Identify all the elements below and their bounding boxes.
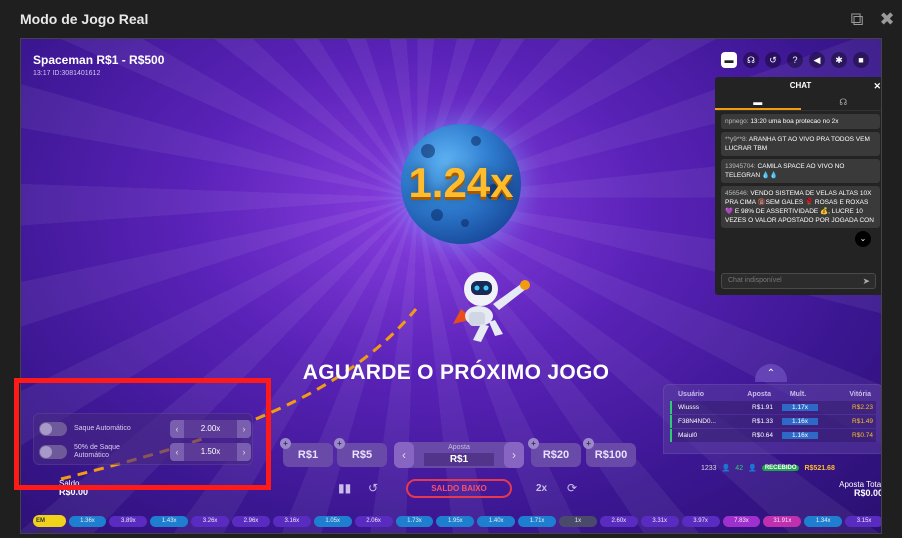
user-icon: 👤 (748, 465, 757, 472)
bet-value[interactable]: R$1 (424, 453, 494, 466)
history-item: 3.15x (845, 515, 881, 527)
spaceman-character (453, 272, 530, 342)
send-icon[interactable]: ➤ (862, 274, 870, 288)
table-header: Usuário Aposta Mult. Vitória (678, 391, 871, 398)
history-item: 31.91x (763, 515, 802, 527)
scroll-down-icon[interactable]: ⌄ (855, 231, 871, 247)
total-bet-value: R$0.00 (853, 488, 882, 498)
bet-label: Aposta (448, 444, 470, 451)
history-item: 1x (559, 515, 597, 527)
history-item: 2.06x (354, 515, 393, 527)
chip-r20[interactable]: R$20 (531, 443, 581, 467)
tab-support[interactable]: ☊ (801, 95, 882, 110)
user-icon: 👤 (721, 465, 731, 472)
stats-icon[interactable]: ▮▮ (338, 481, 351, 495)
received-badge: RECEBIDO (761, 465, 800, 471)
chat-message: 456546: VENDO SISTEMA DE VELAS ALTAS 10X… (721, 186, 880, 228)
history-item: 3.31x (640, 515, 679, 527)
plus-icon[interactable]: + (528, 438, 539, 449)
external-link-icon[interactable]: ⧉ (846, 8, 868, 30)
chip-r5[interactable]: R$5 (337, 443, 387, 467)
bet-amount-control: ‹ Aposta R$1 › (394, 442, 524, 468)
low-balance-button[interactable]: SALDO BAIXO (406, 479, 512, 498)
players-count: 1233 (701, 464, 717, 472)
chip-r100[interactable]: R$100 (586, 443, 636, 467)
history-item: 7.83x (722, 515, 761, 527)
tab-chat[interactable]: ▬ (715, 95, 801, 110)
plus-icon[interactable]: + (280, 438, 291, 449)
chat-title: CHAT (789, 81, 812, 90)
history-item: 3.89x (109, 515, 148, 527)
history-item: 1.36x (68, 515, 107, 527)
history-item: 1.95x (436, 515, 475, 527)
status-text: AGUARDE O PRÓXIMO JOGO (302, 361, 610, 384)
highlight-box (14, 378, 271, 490)
received-value: R$521.68 (804, 464, 835, 472)
history-item: 2.96x (232, 515, 270, 527)
chat-header: CHAT ✕ (715, 77, 881, 95)
chat-message: **y9**8: ARANHA GT AO VIVO PRA TODOS VEM… (721, 132, 880, 156)
plus-icon[interactable]: + (583, 438, 594, 449)
table-row: F38N4ND0... R$1.33 1.16x R$1.49 (670, 415, 876, 428)
history-item: 1.73x (395, 515, 434, 527)
table-row: Maiul0 R$0.64 1.16x R$0.74 (670, 429, 876, 442)
history-item: 3.97x (681, 515, 720, 527)
history-item: 1.05x (313, 515, 352, 527)
history-item: 3.16x (272, 515, 311, 527)
round-history: EM JOGO 1.36x 3.89x 1.43x 3.26x 2.96x 3.16x 1.… (21, 514, 881, 533)
bets-stats: 1233 👤 42 👤 RECEBIDO R$521.68 (701, 464, 835, 473)
plus-icon[interactable]: + (334, 438, 345, 449)
winners-count: 42 (735, 464, 744, 472)
history-item: 1.40x (477, 515, 516, 527)
modal-header: Modo de Jogo Real ⧉ ✖ (0, 0, 902, 38)
total-bet: Aposta Total R$0.00 (811, 480, 882, 498)
chat-input[interactable]: Chat indisponível ➤ (721, 273, 876, 289)
repeat-icon[interactable]: ⟳ (567, 481, 577, 495)
chat-close-icon[interactable]: ✕ (873, 77, 881, 95)
table-row: Wiusss R$1.91 1.17x R$2.23 (670, 401, 876, 414)
modal-title: Modo de Jogo Real (20, 11, 149, 27)
chat-message: npnego: 13:20 uma boa protecao no 2x (721, 114, 880, 129)
chat-panel: CHAT ✕ ▬ ☊ npnego: 13:20 uma boa proteca… (715, 77, 882, 295)
history-item: 3.26x (191, 515, 230, 527)
chat-message: 13945704: CAMILA SPACE AO VIVO NO TELEGR… (721, 159, 880, 183)
bets-table: Usuário Aposta Mult. Vitória Wiusss R$1.9… (663, 384, 881, 454)
bet-decrease-icon[interactable]: ‹ (394, 442, 414, 468)
close-icon[interactable]: ✖ (876, 8, 898, 30)
live-badge: EM JOGO (33, 515, 66, 533)
chip-r1[interactable]: R$1 (283, 443, 333, 467)
history-item: 1.71x (518, 515, 557, 527)
chat-tabs: ▬ ☊ (715, 95, 882, 111)
multiplier-display: 1.24x (408, 159, 514, 206)
history-item: 2.60x (599, 515, 638, 527)
undo-icon[interactable]: ↺ (368, 481, 378, 495)
bet-increase-icon[interactable]: › (504, 442, 524, 468)
history-item: 1.43x (150, 515, 189, 527)
double-bet-button[interactable]: 2x (536, 483, 547, 494)
history-item: 1.34x (804, 515, 843, 527)
